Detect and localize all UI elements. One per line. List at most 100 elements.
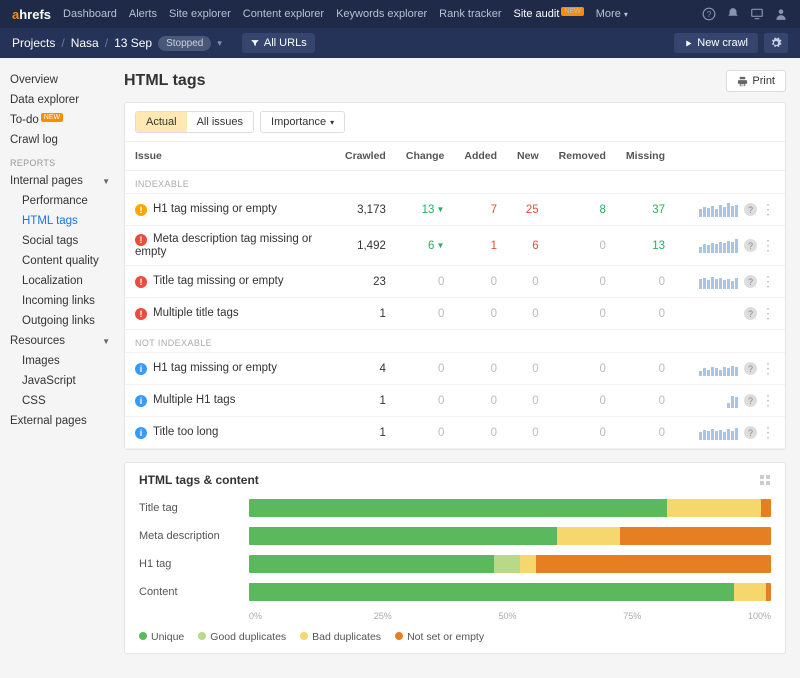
chart-panel: HTML tags & content Title tag Meta descri… xyxy=(124,462,786,654)
table-row[interactable]: !H1 tag missing or empty3,17313▼725837?⋮ xyxy=(125,194,785,226)
breadcrumb-projects[interactable]: Projects xyxy=(12,36,55,50)
sidebar-item-crawl-log[interactable]: Crawl log xyxy=(10,130,118,150)
table-row[interactable]: iH1 tag missing or empty400000?⋮ xyxy=(125,353,785,385)
play-icon xyxy=(684,39,693,48)
bar-label: Content xyxy=(139,586,249,598)
sidebar-item-overview[interactable]: Overview xyxy=(10,70,118,90)
sidebar-item-performance[interactable]: Performance xyxy=(10,191,118,211)
col-missing[interactable]: Missing xyxy=(616,142,675,171)
status-pill[interactable]: Stopped xyxy=(158,36,211,51)
help-icon[interactable]: ? xyxy=(744,203,757,216)
bar-label: Title tag xyxy=(139,502,249,514)
legend-item[interactable]: Bad duplicates xyxy=(300,631,381,643)
crawl-caret[interactable]: ▾ xyxy=(217,38,222,49)
sidebar-item-external-pages[interactable]: External pages xyxy=(10,411,118,431)
legend-item[interactable]: Unique xyxy=(139,631,184,643)
help-icon[interactable]: ? xyxy=(744,426,757,439)
content: HTML tags Print Actual All issues Import… xyxy=(118,58,800,678)
row-menu[interactable]: ⋮ xyxy=(761,424,775,441)
nav-site-audit[interactable]: Site auditNEW xyxy=(514,8,584,20)
sidebar-item-css[interactable]: CSS xyxy=(10,391,118,411)
row-menu[interactable]: ⋮ xyxy=(761,273,775,290)
table-row[interactable]: !Title tag missing or empty2300000?⋮ xyxy=(125,266,785,298)
table-row[interactable]: iMultiple H1 tags100000?⋮ xyxy=(125,385,785,417)
issues-panel: Actual All issues Importance▾ IssueCrawl… xyxy=(124,102,786,450)
sidebar-item-localization[interactable]: Localization xyxy=(10,271,118,291)
gear-icon xyxy=(770,37,782,49)
legend-item[interactable]: Good duplicates xyxy=(198,631,286,643)
stacked-bar xyxy=(249,527,771,545)
row-menu[interactable]: ⋮ xyxy=(761,392,775,409)
nav-alerts[interactable]: Alerts xyxy=(129,8,157,20)
top-nav: Dashboard Alerts Site explorer Content expl… xyxy=(63,8,702,20)
err-icon: ! xyxy=(135,276,147,288)
print-icon xyxy=(737,76,748,87)
help-icon[interactable]: ? xyxy=(744,239,757,252)
col-issue[interactable]: Issue xyxy=(125,142,335,171)
monitor-icon[interactable] xyxy=(750,7,764,21)
row-menu[interactable]: ⋮ xyxy=(761,360,775,377)
nav-more[interactable]: More ▾ xyxy=(596,8,628,20)
row-menu[interactable]: ⋮ xyxy=(761,305,775,322)
help-icon[interactable]: ? xyxy=(744,275,757,288)
row-menu[interactable]: ⋮ xyxy=(761,201,775,218)
sidebar-item-resources[interactable]: Resources▼ xyxy=(10,331,118,351)
legend-item[interactable]: Not set or empty xyxy=(395,631,484,643)
sidebar-item-images[interactable]: Images xyxy=(10,351,118,371)
print-button[interactable]: Print xyxy=(726,70,786,92)
nav-dashboard[interactable]: Dashboard xyxy=(63,8,117,20)
sidebar-item-to-do[interactable]: To-doNEW xyxy=(10,110,118,130)
importance-dropdown[interactable]: Importance▾ xyxy=(260,111,345,133)
sidebar-item-content-quality[interactable]: Content quality xyxy=(10,251,118,271)
nav-content-explorer[interactable]: Content explorer xyxy=(243,8,324,20)
breadcrumb-project[interactable]: Nasa xyxy=(71,36,99,50)
nav-rank-tracker[interactable]: Rank tracker xyxy=(439,8,501,20)
err-icon: ! xyxy=(135,308,147,320)
filter-icon xyxy=(250,38,260,48)
new-crawl-button[interactable]: New crawl xyxy=(674,33,758,53)
sidebar-item-social-tags[interactable]: Social tags xyxy=(10,231,118,251)
sparkline xyxy=(699,275,738,289)
nav-site-explorer[interactable]: Site explorer xyxy=(169,8,231,20)
sparkline xyxy=(699,239,738,253)
sidebar-item-outgoing-links[interactable]: Outgoing links xyxy=(10,311,118,331)
user-icon[interactable] xyxy=(774,7,788,21)
help-icon[interactable]: ? xyxy=(744,362,757,375)
sidebar-item-javascript[interactable]: JavaScript xyxy=(10,371,118,391)
grid-icon[interactable] xyxy=(759,474,771,486)
bell-icon[interactable] xyxy=(726,7,740,21)
sidebar-item-internal-pages[interactable]: Internal pages▼ xyxy=(10,171,118,191)
table-row[interactable]: !Multiple title tags100000?⋮ xyxy=(125,298,785,330)
settings-button[interactable] xyxy=(764,33,788,53)
bar-label: H1 tag xyxy=(139,558,249,570)
table-row[interactable]: !Meta description tag missing or empty1,… xyxy=(125,226,785,266)
scope-actual[interactable]: Actual xyxy=(136,112,187,132)
stacked-bar xyxy=(249,583,771,601)
help-icon[interactable]: ? xyxy=(744,394,757,407)
issues-table: IssueCrawledChangeAddedNewRemovedMissing… xyxy=(125,142,785,449)
sparkline xyxy=(699,426,738,440)
sidebar-item-html-tags[interactable]: HTML tags xyxy=(10,211,118,231)
nav-keywords-explorer[interactable]: Keywords explorer xyxy=(336,8,427,20)
help-icon[interactable]: ? xyxy=(702,7,716,21)
bar-label: Meta description xyxy=(139,530,249,542)
info-icon: i xyxy=(135,395,147,407)
col-removed[interactable]: Removed xyxy=(549,142,616,171)
sparkline xyxy=(699,362,738,376)
sidebar-item-data-explorer[interactable]: Data explorer xyxy=(10,90,118,110)
page-title: HTML tags xyxy=(124,72,205,90)
row-menu[interactable]: ⋮ xyxy=(761,237,775,254)
col-added[interactable]: Added xyxy=(454,142,507,171)
scope-all[interactable]: All issues xyxy=(187,112,253,132)
table-row[interactable]: iTitle too long100000?⋮ xyxy=(125,417,785,449)
col-new[interactable]: New xyxy=(507,142,549,171)
chart-title: HTML tags & content xyxy=(139,473,259,487)
breadcrumb-date[interactable]: 13 Sep xyxy=(114,36,152,50)
all-urls-filter[interactable]: All URLs xyxy=(242,33,315,53)
sidebar-item-incoming-links[interactable]: Incoming links xyxy=(10,291,118,311)
help-icon[interactable]: ? xyxy=(744,307,757,320)
col-change[interactable]: Change xyxy=(396,142,455,171)
topbar: ahrefs Dashboard Alerts Site explorer Conte… xyxy=(0,0,800,28)
col-crawled[interactable]: Crawled xyxy=(335,142,396,171)
logo[interactable]: ahrefs xyxy=(12,7,51,22)
